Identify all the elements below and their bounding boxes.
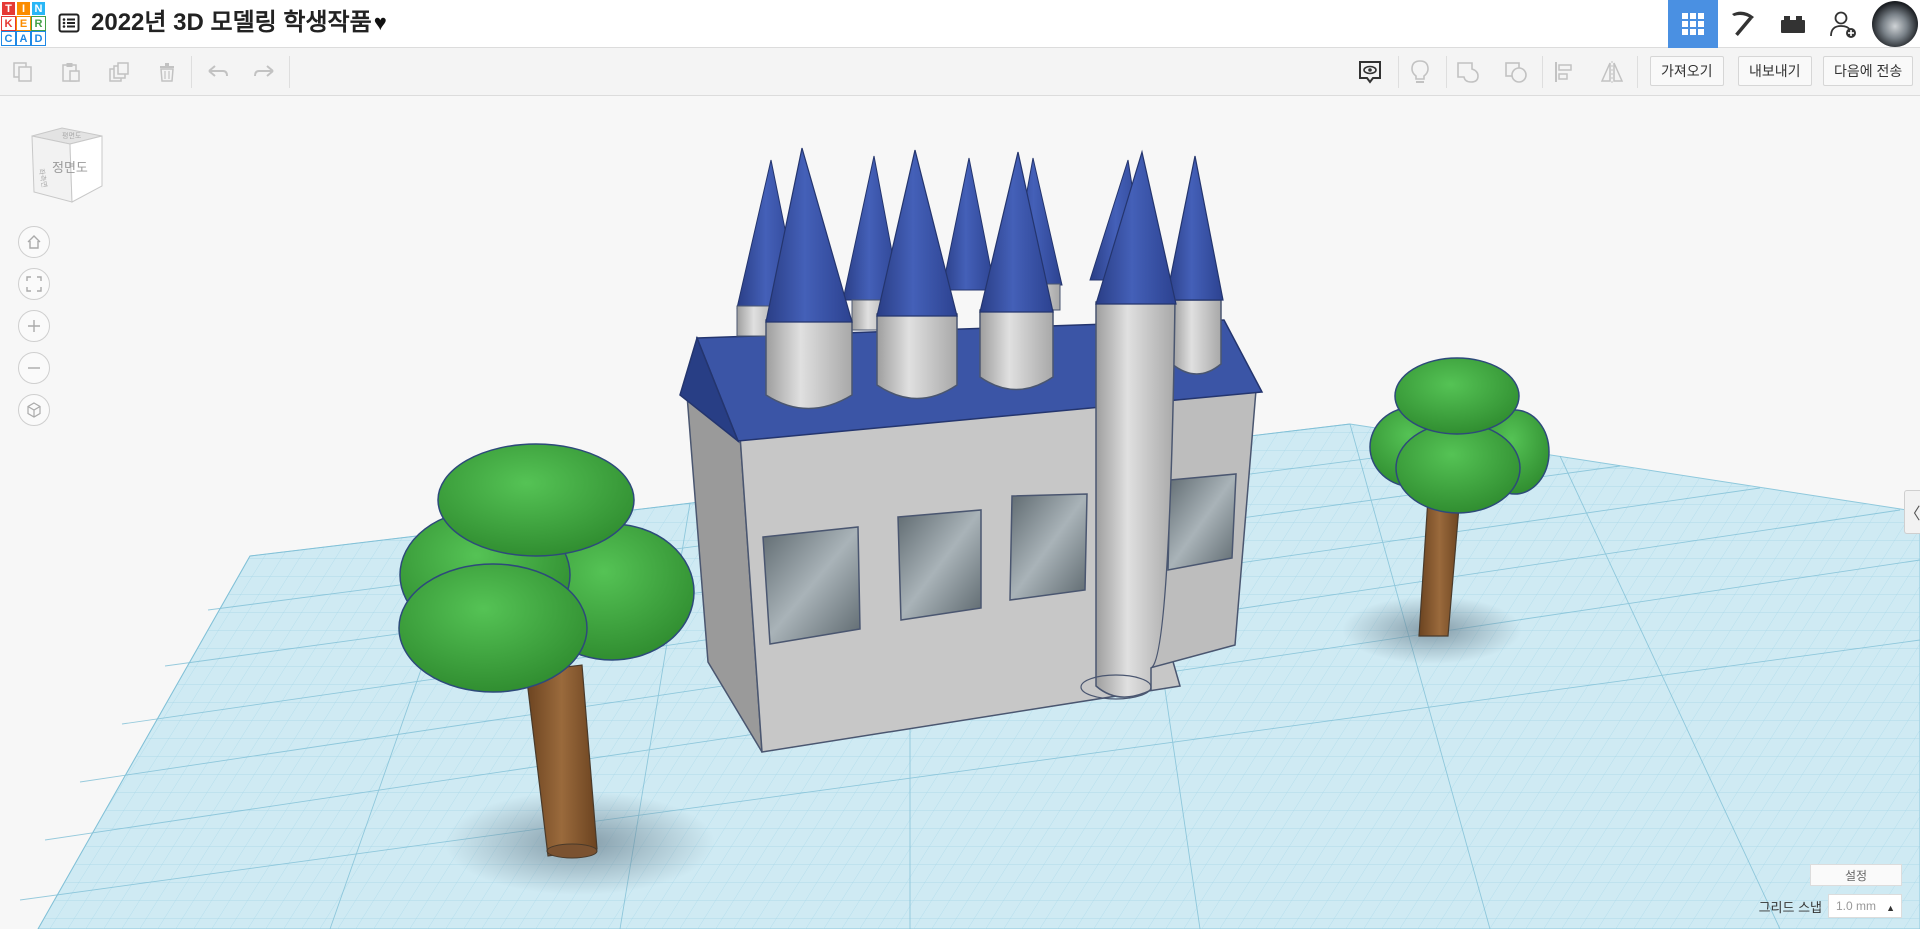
avatar[interactable] — [1872, 1, 1918, 47]
settings-button[interactable]: 설정 — [1810, 864, 1902, 886]
send-to-button[interactable]: 다음에 전송 — [1823, 56, 1914, 86]
logo-letter: E — [16, 16, 31, 31]
zoom-in-button[interactable] — [18, 310, 50, 342]
group-icon[interactable] — [1453, 57, 1483, 87]
viewcube-front-label: 정면도 — [52, 160, 88, 175]
fit-all-icon — [26, 276, 42, 292]
redo-icon[interactable] — [249, 57, 279, 87]
duplicate-icon[interactable] — [104, 57, 134, 87]
perspective-button[interactable] — [18, 394, 50, 426]
notes-visibility-icon[interactable] — [1355, 57, 1385, 87]
3d-design-grid-icon[interactable] — [1668, 0, 1718, 48]
home-icon — [27, 235, 41, 249]
logo-letter: A — [16, 31, 31, 46]
view-cube[interactable]: 좌측면 평면도 정면도 — [24, 124, 106, 206]
workplane-scene[interactable] — [0, 96, 1920, 929]
design-title[interactable]: 2022년 3D 모델링 학생작품♥ — [91, 8, 387, 38]
design-title-text: 2022년 3D 모델링 학생작품 — [91, 9, 372, 36]
logo-letter: N — [31, 1, 46, 16]
paste-icon[interactable] — [56, 57, 86, 87]
logo-letter: C — [1, 31, 16, 46]
zoom-out-button[interactable] — [18, 352, 50, 384]
grid-snap-label: 그리드 스냅 — [1758, 900, 1822, 915]
plus-icon — [28, 320, 40, 332]
align-icon[interactable] — [1549, 57, 1579, 87]
toolbar-divider — [1398, 56, 1399, 88]
top-right-nav — [1668, 0, 1920, 48]
logo-letter: T — [1, 1, 16, 16]
undo-icon[interactable] — [203, 57, 233, 87]
top-bar: T I N K E R C A D 2022년 3D 모델링 학생작품♥ — [0, 0, 1920, 48]
toolbar-divider — [1542, 56, 1543, 88]
viewcube-top-label: 평면도 — [62, 131, 82, 140]
heart-icon: ♥ — [373, 10, 387, 35]
add-user-icon[interactable] — [1818, 0, 1868, 48]
caret-up-icon: ▲ — [1886, 903, 1895, 913]
minus-icon — [28, 367, 40, 369]
design-list-icon[interactable] — [58, 12, 80, 34]
lightbulb-icon[interactable] — [1405, 57, 1435, 87]
ungroup-icon[interactable] — [1501, 57, 1531, 87]
shapes-panel-toggle[interactable]: 〈 — [1904, 490, 1920, 534]
logo-letter: D — [31, 31, 46, 46]
toolbar-divider — [289, 56, 290, 88]
logo-letter: I — [16, 1, 31, 16]
fit-view-button[interactable] — [18, 268, 50, 300]
castle-model[interactable] — [679, 147, 1264, 753]
tinkercad-logo[interactable]: T I N K E R C A D — [1, 1, 46, 46]
grid-snap-value: 1.0 mm — [1836, 899, 1877, 913]
home-view-button[interactable] — [18, 226, 50, 258]
mirror-icon[interactable] — [1597, 57, 1627, 87]
edit-toolbar: 가져오기 내보내기 다음에 전송 — [0, 48, 1920, 96]
chevron-left-icon: 〈 — [1904, 506, 1920, 523]
brick-icon[interactable] — [1768, 0, 1818, 48]
export-button[interactable]: 내보내기 — [1738, 56, 1812, 86]
logo-letter: R — [31, 16, 46, 31]
cube-perspective-icon — [27, 402, 41, 418]
copy-icon[interactable] — [8, 57, 38, 87]
grid-snap-select[interactable]: 1.0 mm ▲ — [1828, 894, 1902, 918]
toolbar-divider — [1446, 56, 1447, 88]
logo-letter: K — [1, 16, 16, 31]
delete-icon[interactable] — [152, 57, 182, 87]
toolbar-divider — [1637, 56, 1638, 88]
import-button[interactable]: 가져오기 — [1650, 56, 1724, 86]
pickaxe-icon[interactable] — [1718, 0, 1768, 48]
toolbar-divider — [191, 56, 192, 88]
